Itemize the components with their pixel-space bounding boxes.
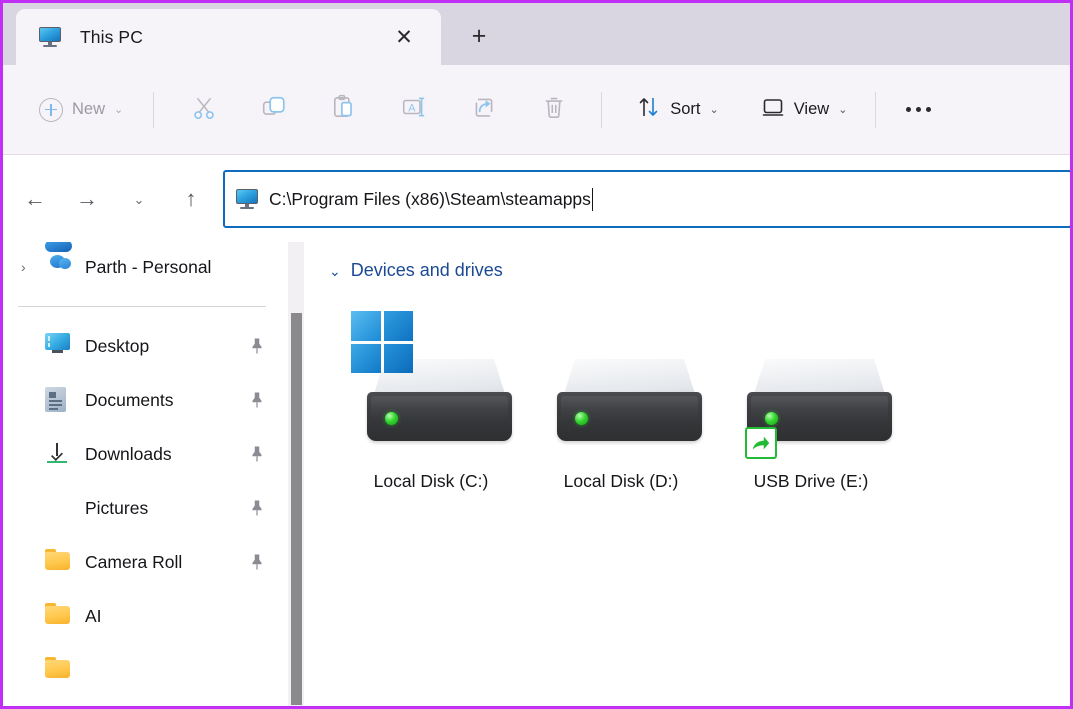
- chevron-down-icon: ⌄: [838, 104, 848, 116]
- copy-button[interactable]: [247, 89, 301, 131]
- drive-label: Local Disk (D:): [563, 471, 679, 491]
- copy-icon: [261, 94, 287, 125]
- share-icon: [471, 94, 497, 125]
- sidebar-item-label: Desktop: [85, 335, 150, 356]
- sidebar-item-camera-roll[interactable]: Camera Roll: [3, 535, 288, 589]
- view-button-label: View: [793, 100, 830, 118]
- chevron-down-icon[interactable]: ⌄: [329, 264, 341, 278]
- sidebar-item-label: Downloads: [85, 443, 172, 464]
- documents-icon: [45, 387, 71, 413]
- clipboard-icon: [331, 94, 357, 125]
- chevron-down-icon: ⌄: [709, 104, 719, 116]
- sidebar-item-label: AI: [85, 605, 102, 626]
- tab-title: This PC: [80, 26, 143, 47]
- new-button[interactable]: New ⌄: [29, 89, 133, 131]
- title-bar: This PC ✕ +: [3, 3, 1070, 65]
- folder-icon: [45, 657, 71, 683]
- shortcut-arrow-overlay: [745, 427, 777, 459]
- paste-button[interactable]: [317, 89, 371, 131]
- group-header-devices-and-drives[interactable]: ⌄ Devices and drives: [329, 260, 503, 281]
- sidebar-item-ai[interactable]: AI: [3, 589, 288, 643]
- drive-item-local-disk-d[interactable]: Local Disk (D:): [526, 307, 716, 492]
- toolbar-divider-2: [601, 91, 603, 128]
- forward-button[interactable]: →: [67, 179, 107, 219]
- windows-logo-overlay: [351, 311, 413, 373]
- sidebar-item-documents[interactable]: Documents: [3, 373, 288, 427]
- toolbar-divider: [153, 91, 155, 128]
- hard-drive-icon: [731, 311, 892, 461]
- pin-icon[interactable]: [244, 441, 269, 466]
- pin-icon[interactable]: [244, 387, 269, 412]
- recent-locations-button[interactable]: ⌄: [119, 179, 159, 219]
- svg-text:A: A: [408, 102, 416, 114]
- sidebar-item-label: Pictures: [85, 497, 149, 518]
- pin-icon[interactable]: [244, 495, 269, 520]
- address-bar[interactable]: C:\Program Files (x86)\Steam\steamapps: [223, 170, 1070, 228]
- new-button-label: New: [72, 100, 106, 118]
- downloads-icon: [45, 441, 71, 467]
- folder-icon: [45, 549, 71, 575]
- onedrive-cloud-icon: [45, 242, 72, 280]
- folder-icon: [45, 603, 71, 629]
- sidebar-scrollbar-thumb[interactable]: [291, 313, 302, 705]
- text-caret: [591, 187, 594, 211]
- pin-icon[interactable]: [244, 549, 269, 574]
- drive-label: USB Drive (E:): [753, 471, 869, 491]
- rename-icon: A: [401, 94, 427, 125]
- view-button[interactable]: View ⌄: [751, 89, 858, 131]
- drive-item-local-disk-c[interactable]: Local Disk (C:): [336, 307, 526, 492]
- ellipsis-icon: [905, 107, 931, 112]
- navigation-pane: › Parth - Personal Desktop Documents Dow…: [3, 242, 288, 706]
- scissors-icon: [191, 94, 217, 125]
- file-list-pane: ⌄ Devices and drives Local Disk (C:) Loc…: [314, 242, 1070, 706]
- command-bar: New ⌄ A Sort ⌄ View ⌄: [3, 65, 1070, 155]
- rename-button[interactable]: A: [387, 89, 441, 131]
- address-input[interactable]: C:\Program Files (x86)\Steam\steamapps: [269, 189, 591, 210]
- desktop-icon: [45, 333, 71, 359]
- back-button[interactable]: ←: [15, 179, 55, 219]
- sidebar-item-label: Documents: [85, 389, 174, 410]
- view-icon: [761, 95, 785, 124]
- drive-item-usb-drive-e[interactable]: USB Drive (E:): [716, 307, 906, 492]
- hard-drive-icon: [541, 311, 702, 461]
- plus-circle-icon: [39, 97, 63, 122]
- sidebar-item-pictures[interactable]: Pictures: [3, 481, 288, 535]
- this-pc-monitor-icon: [236, 189, 258, 209]
- drive-label: Local Disk (C:): [373, 471, 489, 491]
- up-button[interactable]: ↑: [171, 179, 211, 219]
- close-icon[interactable]: ✕: [389, 22, 419, 52]
- delete-button[interactable]: [527, 89, 581, 131]
- sidebar-item-downloads[interactable]: Downloads: [3, 427, 288, 481]
- sidebar-item-label: Parth - Personal: [85, 256, 212, 277]
- tab-this-pc[interactable]: This PC ✕: [16, 9, 441, 65]
- this-pc-monitor-icon: [39, 27, 61, 47]
- sort-icon: [637, 95, 661, 124]
- group-title: Devices and drives: [350, 260, 503, 280]
- sidebar-item-onedrive[interactable]: › Parth - Personal: [3, 242, 288, 292]
- sidebar-item-desktop[interactable]: Desktop: [3, 319, 288, 373]
- new-tab-button[interactable]: +: [462, 19, 496, 53]
- sort-button[interactable]: Sort ⌄: [627, 89, 728, 131]
- sidebar-divider: [18, 306, 266, 307]
- pictures-icon: [43, 484, 71, 521]
- trash-icon: [541, 94, 567, 125]
- chevron-down-icon: ⌄: [114, 104, 124, 116]
- file-explorer-window: This PC ✕ + New ⌄ A Sort ⌄ View ⌄ ← → ⌄ …: [0, 0, 1073, 709]
- share-button[interactable]: [457, 89, 511, 131]
- see-more-button[interactable]: [891, 89, 945, 131]
- cut-button[interactable]: [177, 89, 231, 131]
- sort-button-label: Sort: [670, 100, 701, 118]
- chevron-right-icon[interactable]: ›: [21, 259, 45, 275]
- toolbar-divider-3: [875, 91, 877, 128]
- hard-drive-icon: [351, 311, 512, 461]
- pin-icon[interactable]: [244, 333, 269, 358]
- drive-grid: Local Disk (C:) Local Disk (D:) USB Driv…: [314, 307, 1070, 492]
- sidebar-item-label: Camera Roll: [85, 551, 183, 572]
- sidebar-item-partial[interactable]: [3, 643, 288, 697]
- pane-gap: [304, 242, 314, 706]
